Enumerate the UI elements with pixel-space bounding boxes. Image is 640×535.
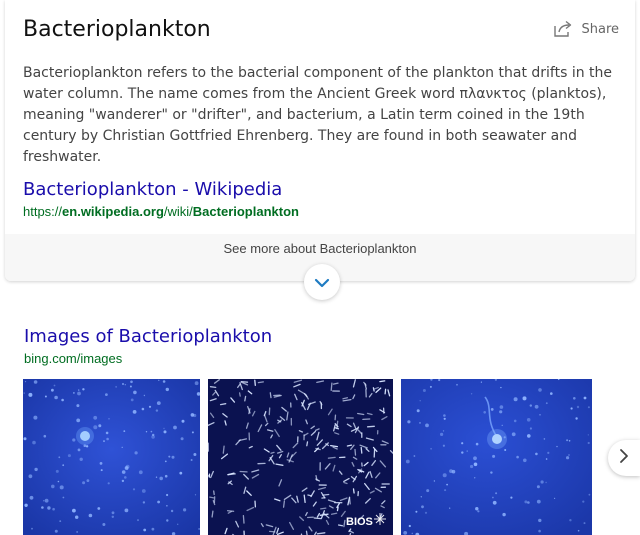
wikipedia-link[interactable]: Bacterioplankton - Wikipedia (23, 179, 282, 200)
image-thumbnail-2[interactable]: BIOS (208, 379, 393, 535)
card-description: Bacterioplankton refers to the bacterial… (23, 65, 613, 165)
images-heading-link[interactable]: Images of Bacterioplankton (24, 326, 272, 347)
share-label: Share (581, 21, 619, 37)
bios-watermark: BIOS (346, 516, 373, 528)
image-thumbnail-3[interactable] (401, 379, 592, 535)
carousel-next-button[interactable] (608, 440, 640, 476)
bacteria-fluorescence-image-1 (23, 379, 200, 535)
bacteria-rods-image: BIOS (208, 379, 393, 535)
bacteria-fluorescence-image-2 (401, 379, 592, 535)
images-source: bing.com/images (24, 351, 123, 366)
chevron-right-icon (619, 448, 629, 468)
knowledge-card: Bacterioplankton Share Bacterioplankton … (5, 0, 635, 281)
wikipedia-url: https://en.wikipedia.org/wiki/Bacteriopl… (23, 204, 299, 219)
expand-button[interactable] (304, 264, 340, 300)
image-thumbnail-1[interactable] (23, 379, 200, 535)
card-title: Bacterioplankton (23, 17, 211, 42)
share-icon (553, 20, 573, 38)
chevron-down-icon (314, 273, 330, 292)
share-button[interactable]: Share (553, 20, 619, 38)
search-result-page: Bacterioplankton Share Bacterioplankton … (0, 0, 640, 535)
